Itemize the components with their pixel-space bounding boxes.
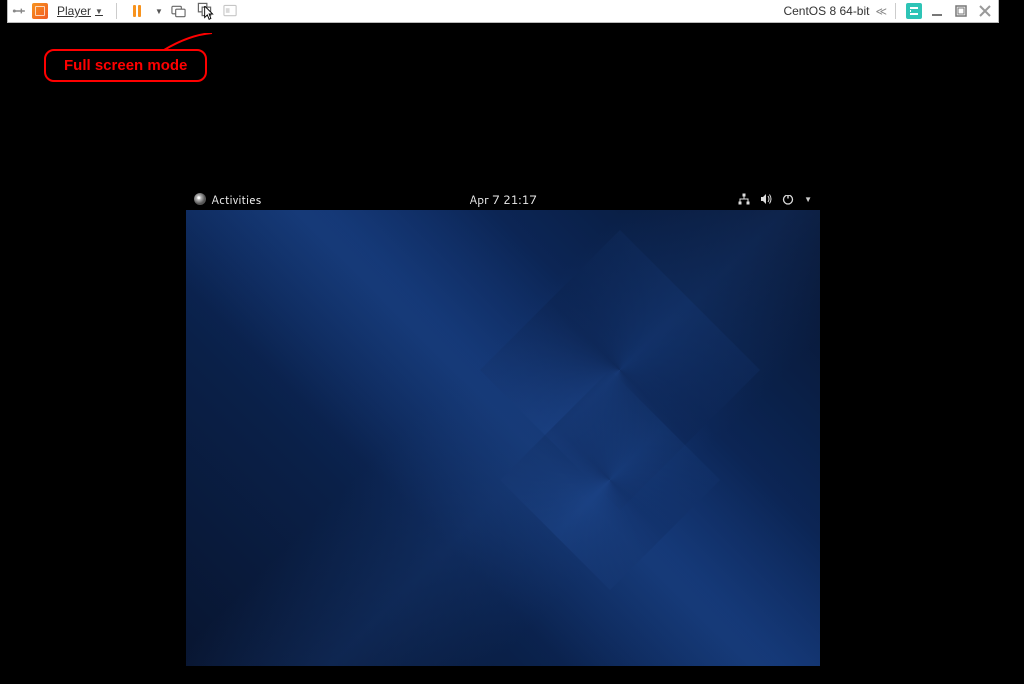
expand-icon[interactable]: ≪: [875, 5, 885, 18]
chevron-down-icon: ▼: [804, 193, 812, 205]
player-menu[interactable]: Player ▼: [54, 3, 106, 19]
unity-mode-button[interactable]: [221, 1, 241, 21]
close-button[interactable]: [976, 3, 994, 19]
vm-name-label: CentOS 8 64-bit: [783, 4, 869, 18]
chevron-down-icon[interactable]: ▼: [155, 7, 163, 16]
activities-label: Activities: [211, 191, 262, 208]
clock-button[interactable]: Apr 7 21:17: [469, 191, 537, 208]
separator: [895, 3, 896, 19]
annotation-text: Full screen mode: [64, 57, 187, 74]
volume-icon: [760, 193, 772, 205]
fullscreen-icon: [197, 2, 212, 20]
network-icon: [738, 193, 750, 205]
pin-icon[interactable]: [12, 4, 26, 18]
notes-icon[interactable]: [906, 3, 922, 19]
desktop-wallpaper[interactable]: [186, 210, 820, 666]
gnome-top-bar: Activities Apr 7 21:17 ▼: [186, 188, 820, 210]
pause-icon: [133, 5, 141, 17]
vmware-logo-icon: [32, 3, 48, 19]
power-icon: [782, 193, 794, 205]
maximize-button[interactable]: [952, 3, 970, 19]
minimize-button[interactable]: [928, 3, 946, 19]
annotation-callout: Full screen mode: [44, 49, 207, 82]
toolbar-right-group: CentOS 8 64-bit ≪: [783, 3, 994, 19]
fullscreen-button[interactable]: [195, 1, 215, 21]
separator: [116, 3, 117, 19]
clock-text: Apr 7 21:17: [469, 191, 537, 208]
activities-button[interactable]: Activities: [194, 191, 262, 208]
chevron-down-icon: ▼: [95, 7, 103, 16]
activities-icon: [194, 193, 206, 205]
toolbar-left-group: Player ▼ ▼: [12, 1, 241, 21]
player-menu-label: Player: [57, 4, 91, 18]
pause-button[interactable]: [127, 1, 147, 21]
send-ctrl-alt-del-button[interactable]: [169, 1, 189, 21]
guest-viewport[interactable]: Activities Apr 7 21:17 ▼: [186, 188, 820, 666]
status-menu[interactable]: ▼: [738, 193, 812, 205]
vmware-toolbar: Player ▼ ▼ CentOS 8 64-bit ≪: [7, 0, 999, 23]
